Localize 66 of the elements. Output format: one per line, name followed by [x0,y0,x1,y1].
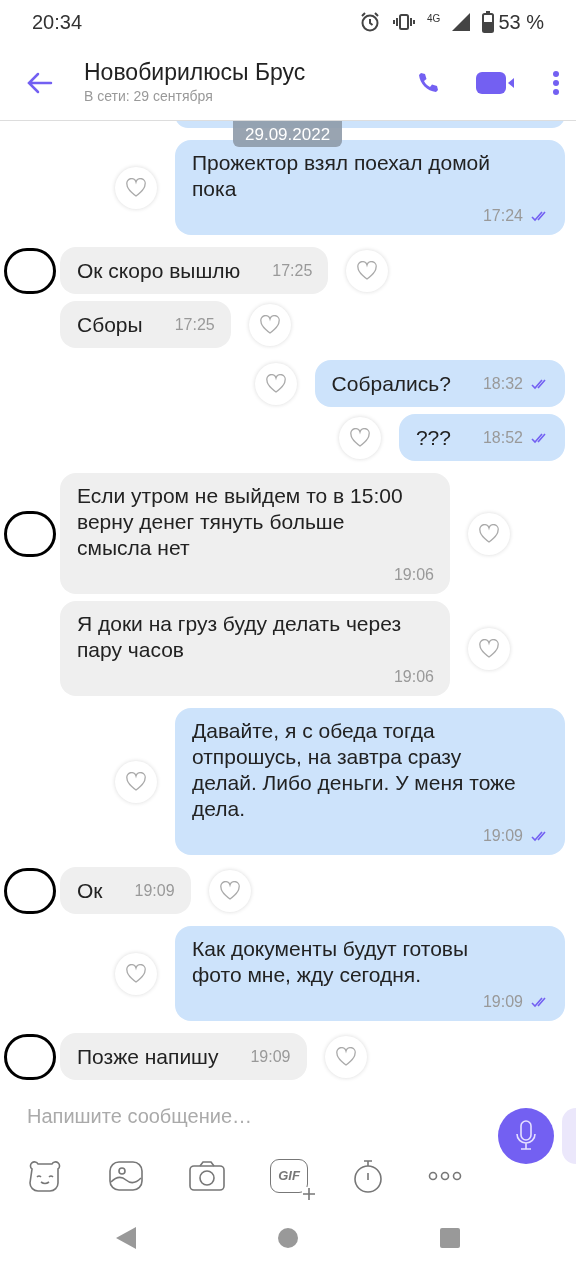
message-text: Собрались? [331,371,451,398]
battery-icon [482,11,495,34]
message-time: 18:52 [482,427,523,448]
message-input[interactable]: Напишите сообщение… [27,1100,467,1131]
recents-nav-icon[interactable] [439,1226,461,1249]
like-button[interactable] [468,512,510,555]
message-text: ??? [415,425,451,452]
like-button[interactable] [115,760,157,803]
message-time: 18:32 [482,373,523,394]
message-text: Сборы [77,312,143,339]
heart-icon [356,260,379,281]
heart-icon [218,880,241,901]
timer-icon[interactable] [352,1157,384,1194]
status-time: 20:34 [32,10,83,36]
heart-icon [478,523,500,544]
like-button[interactable] [324,1035,367,1078]
like-button[interactable] [468,627,510,670]
video-call-icon[interactable] [476,70,516,95]
heart-icon [264,373,287,394]
gallery-icon[interactable] [108,1159,144,1192]
like-button[interactable] [115,166,157,209]
heart-icon [334,1046,357,1067]
vibrate-icon [393,12,416,33]
message-time: 17:25 [272,260,313,281]
signal-icon [452,13,471,32]
message-text: Прожектор взял поехал домой пока [192,150,492,203]
message-time: 17:24 [482,206,523,227]
message-text: Я доки на груз буду делать через пару часов [77,611,403,664]
date-badge: 29.09.2022 [233,121,343,148]
message-time: 19:09 [134,880,175,901]
like-button[interactable] [254,362,297,405]
message-time: 19:09 [482,992,523,1013]
message-text: Давайте, я с обеда тогда отпрошусь, на завтра сразу делай. Либо деньги. У меня тоже дела. [192,718,517,823]
like-button[interactable] [115,952,157,995]
more-options-icon[interactable] [552,69,560,96]
message-time: 19:06 [393,565,434,586]
like-button[interactable] [248,303,291,346]
message-time: 19:09 [482,826,523,847]
contact-name: Новобирилюсы Брус [84,58,306,87]
heart-icon [258,314,281,335]
like-button[interactable] [338,416,381,459]
like-button[interactable] [346,249,389,292]
message-time: 19:09 [250,1046,291,1067]
heart-icon [125,771,147,792]
heart-icon [348,427,371,448]
microphone-button[interactable] [498,1108,554,1164]
heart-icon [125,963,147,984]
message-text: Как документы будут готовы фото мне, жду сегодня. [192,936,470,989]
message-text: Если утром не выйдем то в 15:00 верну денег тянуть больше смысла нет [77,483,404,562]
message-text: Позже напишу [77,1044,219,1071]
battery-percent: 53 % [498,10,544,36]
heart-icon [478,638,500,659]
message-text: Ок скоро вышлю [77,258,241,285]
heart-icon [125,177,147,198]
microphone-icon [514,1119,538,1153]
home-nav-icon[interactable] [277,1226,299,1249]
camera-icon[interactable] [188,1159,226,1192]
back-nav-icon[interactable] [115,1225,137,1250]
phone-icon[interactable] [416,70,440,95]
network-label: 4G [427,11,441,26]
message-time: 19:06 [393,667,434,688]
last-seen: В сети: 29 сентября [84,87,214,107]
like-button[interactable] [208,869,251,912]
more-icon[interactable] [428,1170,462,1181]
message-time: 17:25 [174,314,215,335]
message-text: Ок [77,878,103,905]
